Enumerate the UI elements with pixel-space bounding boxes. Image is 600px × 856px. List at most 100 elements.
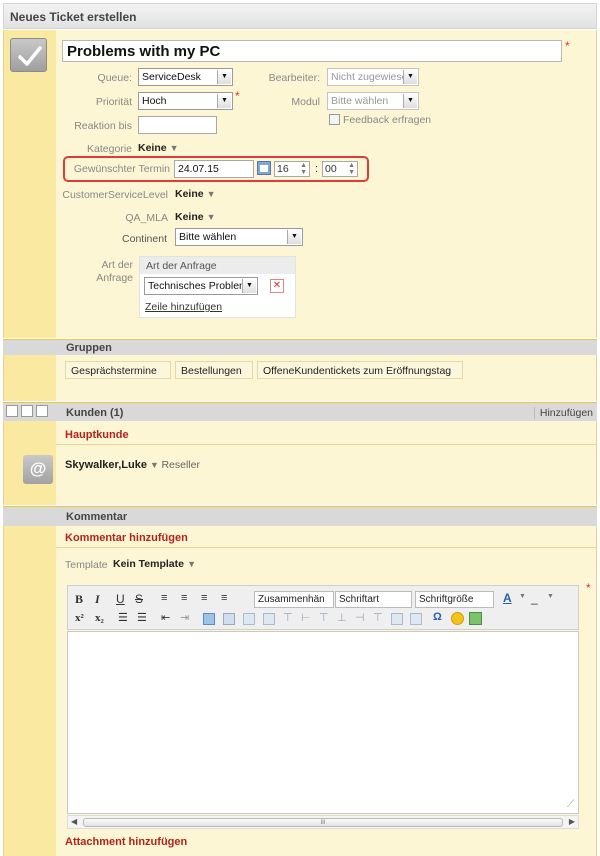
scroll-left-icon[interactable]: ◀ bbox=[71, 817, 77, 826]
termin-minute-stepper[interactable]: 00 ▲ ▼ bbox=[322, 161, 358, 177]
caret-down-icon: ▼ bbox=[206, 189, 216, 199]
qa-value: Keine bbox=[175, 211, 204, 223]
table-icon[interactable] bbox=[263, 613, 275, 625]
chevron-down-icon[interactable]: ▼ bbox=[519, 593, 526, 600]
customer-name: Skywalker,Luke bbox=[65, 459, 147, 471]
csl-dropdown[interactable]: Keine ▼ bbox=[175, 188, 216, 200]
underline-button[interactable]: U bbox=[116, 592, 125, 606]
table-icon[interactable]: ⊤ bbox=[283, 611, 293, 624]
bold-button[interactable]: B bbox=[75, 592, 83, 607]
gruppen-tag[interactable]: Gesprächstermine bbox=[65, 361, 171, 379]
align-right-icon[interactable]: ≡ bbox=[201, 592, 207, 604]
table-icon[interactable] bbox=[243, 613, 255, 625]
termin-date-input[interactable]: 24.07.15 bbox=[174, 160, 254, 178]
highlight-color-icon[interactable]: _ bbox=[531, 591, 538, 605]
bullet-list-icon[interactable]: ☰ bbox=[118, 611, 128, 624]
view-toggle-icon[interactable] bbox=[36, 405, 49, 417]
insert-media-icon[interactable] bbox=[469, 612, 482, 625]
align-left-icon[interactable]: ≡ bbox=[161, 592, 167, 604]
font-family-value: Schriftart bbox=[339, 594, 380, 605]
align-center-icon[interactable]: ≡ bbox=[181, 592, 187, 604]
gruppen-tag[interactable]: OffeneKundentickets zum Eröffnungstag bbox=[257, 361, 463, 379]
special-char-button[interactable]: Ω bbox=[433, 611, 442, 623]
kommentar-gutter bbox=[4, 526, 56, 856]
kategorie-dropdown[interactable]: Keine ▼ bbox=[138, 142, 179, 154]
modul-select[interactable]: Bitte wählen ▼ bbox=[327, 92, 419, 110]
chevron-down-icon: ▼ bbox=[217, 70, 231, 84]
table-icon[interactable]: ⊢ bbox=[301, 611, 311, 624]
scroll-thumb[interactable]: III bbox=[83, 818, 563, 827]
italic-button[interactable]: I bbox=[95, 592, 100, 607]
table-icon[interactable]: ⊥ bbox=[337, 611, 347, 624]
paragraph-format-select[interactable]: Zusammenhän bbox=[254, 591, 334, 608]
continent-label: Continent bbox=[122, 233, 167, 245]
paragraph-format-value: Zusammenhän bbox=[258, 594, 325, 605]
subscript-button[interactable]: x₂ bbox=[95, 612, 104, 624]
bearbeiter-value: Nicht zugewiese bbox=[331, 71, 408, 83]
queue-label: Queue: bbox=[97, 72, 132, 84]
resize-handle-icon[interactable]: ⟋ bbox=[567, 799, 574, 810]
required-marker: * bbox=[565, 39, 570, 53]
qa-dropdown[interactable]: Keine ▼ bbox=[175, 211, 216, 223]
ticket-title-input[interactable]: Problems with my PC bbox=[62, 40, 562, 62]
art-select[interactable]: Technisches Problem ▼ bbox=[144, 277, 258, 295]
view-toggle-icon[interactable] bbox=[6, 405, 18, 417]
scroll-right-icon[interactable]: ▶ bbox=[569, 817, 575, 826]
termin-minute-value: 00 bbox=[325, 163, 337, 175]
table-icon[interactable] bbox=[410, 613, 422, 625]
ticket-gutter bbox=[4, 30, 56, 338]
outdent-icon[interactable]: ⇤ bbox=[161, 611, 170, 624]
table-icon[interactable] bbox=[223, 613, 235, 625]
superscript-button[interactable]: x² bbox=[75, 612, 84, 624]
indent-icon[interactable]: ⇥ bbox=[180, 611, 189, 624]
delete-row-icon[interactable]: ✕ bbox=[270, 279, 284, 293]
text-color-icon[interactable]: A bbox=[503, 591, 512, 605]
table-icon[interactable]: ⊤ bbox=[373, 611, 383, 624]
window-title: Neues Ticket erstellen bbox=[3, 3, 597, 29]
comment-editor[interactable] bbox=[67, 631, 579, 814]
horizontal-scrollbar[interactable]: ◀ III ▶ bbox=[67, 815, 579, 829]
kommentar-header: Kommentar bbox=[3, 506, 597, 526]
editor-toolbar-row2: x² x₂ ☰ ☰ ⇤ ⇥ ⊤ ⊢ ⊤ ⊥ ⊣ ⊤ Ω bbox=[73, 611, 573, 628]
reaktion-input[interactable] bbox=[138, 116, 217, 134]
continent-select[interactable]: Bitte wählen ▼ bbox=[175, 228, 303, 246]
kunden-add-link[interactable]: Hinzufügen bbox=[533, 407, 593, 419]
bearbeiter-label: Bearbeiter: bbox=[268, 72, 320, 84]
feedback-checkbox[interactable] bbox=[329, 114, 340, 125]
table-icon[interactable]: ⊤ bbox=[319, 611, 329, 624]
table-icon[interactable] bbox=[391, 613, 403, 625]
caret-down-icon: ▼ bbox=[169, 143, 179, 153]
gruppen-header: Gruppen bbox=[3, 339, 597, 355]
add-row-link[interactable]: Zeile hinzufügen bbox=[145, 301, 222, 313]
table-icon[interactable]: ⊣ bbox=[355, 611, 365, 624]
caret-down-icon[interactable]: ▼ bbox=[150, 460, 161, 470]
align-justify-icon[interactable]: ≡ bbox=[221, 592, 227, 604]
chevron-down-icon: ▼ bbox=[242, 279, 256, 293]
calendar-icon[interactable] bbox=[257, 161, 271, 175]
bearbeiter-select[interactable]: Nicht zugewiese ▼ bbox=[327, 68, 419, 86]
continent-value: Bitte wählen bbox=[179, 231, 237, 243]
hauptkunde-label: Hauptkunde bbox=[65, 429, 129, 441]
emoticon-icon[interactable] bbox=[451, 612, 464, 625]
chevron-down-icon[interactable]: ▼ bbox=[547, 593, 554, 600]
gruppen-gutter bbox=[4, 355, 56, 401]
art-label-line1: Art der bbox=[101, 259, 133, 271]
template-dropdown[interactable]: Kein Template ▼ bbox=[113, 558, 196, 570]
gruppen-tag[interactable]: Bestellungen bbox=[175, 361, 253, 379]
font-size-select[interactable]: Schriftgröße bbox=[415, 591, 494, 608]
edit-icon[interactable] bbox=[203, 613, 215, 625]
stepper-arrows-icon: ▲ ▼ bbox=[300, 162, 307, 176]
customer-entry[interactable]: Skywalker,Luke ▼ Reseller bbox=[65, 459, 200, 471]
chevron-down-icon: ▼ bbox=[403, 70, 417, 84]
termin-hour-stepper[interactable]: 16 ▲ ▼ bbox=[274, 161, 310, 177]
queue-select[interactable]: ServiceDesk ▼ bbox=[138, 68, 233, 86]
numbered-list-icon[interactable]: ☰ bbox=[137, 611, 147, 624]
attachment-add-label: Attachment hinzufügen bbox=[65, 836, 188, 848]
strikethrough-button[interactable]: S bbox=[135, 592, 143, 606]
kommentar-divider bbox=[56, 547, 596, 548]
font-family-select[interactable]: Schriftart bbox=[335, 591, 412, 608]
stepper-arrows-icon: ▲ ▼ bbox=[348, 162, 355, 176]
prioritaet-select[interactable]: Hoch ▼ bbox=[138, 92, 233, 110]
gruppen-title: Gruppen bbox=[66, 342, 112, 354]
view-toggle-icon[interactable] bbox=[21, 405, 34, 417]
